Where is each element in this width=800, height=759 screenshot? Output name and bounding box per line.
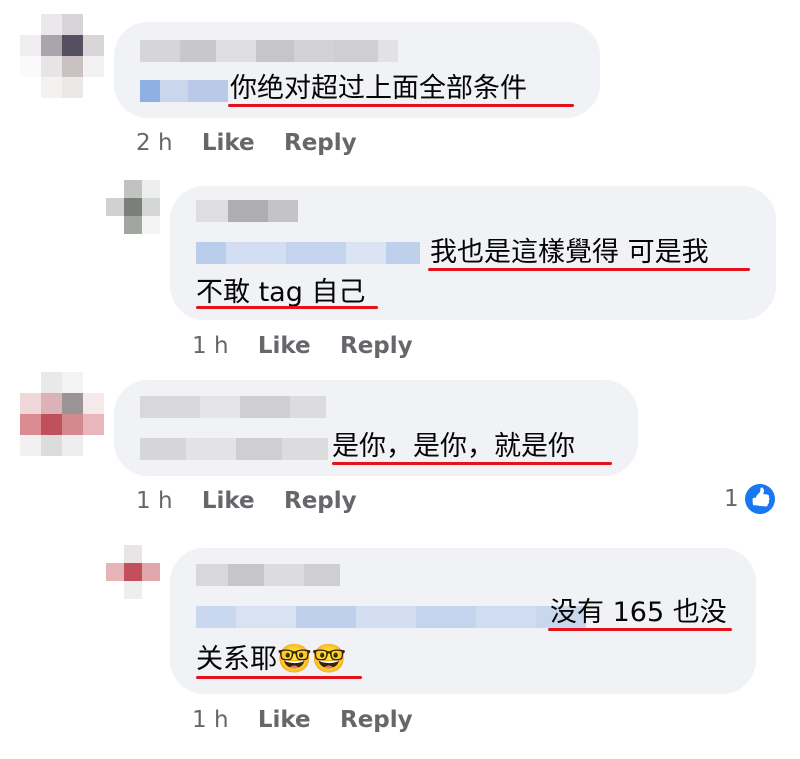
text-underline <box>228 104 574 107</box>
comment-meta: 1 h Like Reply <box>192 333 413 359</box>
mention-tag[interactable] <box>196 606 586 628</box>
reply-button[interactable]: Reply <box>284 130 357 156</box>
timestamp[interactable]: 1 h <box>192 707 229 733</box>
reaction-summary[interactable]: 1 <box>724 484 775 514</box>
like-button[interactable]: Like <box>258 707 311 733</box>
like-button[interactable]: Like <box>202 130 255 156</box>
reply-button[interactable]: Reply <box>340 333 413 359</box>
thumbs-up-icon <box>744 484 775 514</box>
like-button[interactable]: Like <box>202 488 255 514</box>
avatar[interactable] <box>106 180 160 234</box>
author-name[interactable] <box>140 396 326 418</box>
nerd-face-icon: 🤓🤓 <box>277 642 347 675</box>
timestamp[interactable]: 2 h <box>136 130 173 156</box>
text-underline <box>196 676 362 679</box>
comment-text: 关系耶 <box>196 644 277 675</box>
comment-meta: 2 h Like Reply <box>136 130 357 156</box>
author-name[interactable] <box>196 200 298 222</box>
avatar[interactable] <box>20 14 104 98</box>
reply-button[interactable]: Reply <box>340 707 413 733</box>
comment-text-line-2: 不敢 tag 自己 <box>196 277 366 308</box>
text-underline <box>332 462 612 465</box>
text-underline <box>196 306 378 309</box>
text-underline <box>428 268 750 271</box>
reaction-count: 1 <box>724 486 739 512</box>
comment-text-line-2: 关系耶🤓🤓 <box>196 642 347 677</box>
comment-meta: 1 h Like Reply <box>136 488 357 514</box>
mention-tag[interactable] <box>140 80 228 102</box>
comment-meta: 1 h Like Reply <box>192 707 413 733</box>
like-button[interactable]: Like <box>258 333 311 359</box>
comment-text: 你绝对超过上面全部条件 <box>230 73 527 104</box>
timestamp[interactable]: 1 h <box>136 488 173 514</box>
comment-text-line-1: 我也是這樣覺得 可是我 <box>430 237 709 268</box>
avatar[interactable] <box>20 372 104 456</box>
avatar[interactable] <box>106 545 160 599</box>
comment-text-line-1: 没有 165 也没 <box>550 597 727 628</box>
blurred-text <box>140 438 328 460</box>
reply-button[interactable]: Reply <box>284 488 357 514</box>
author-name[interactable] <box>196 564 340 586</box>
mention-tag[interactable] <box>196 242 420 264</box>
comment-text: 是你，是你，就是你 <box>332 431 575 462</box>
text-underline <box>548 628 732 631</box>
timestamp[interactable]: 1 h <box>192 333 229 359</box>
author-name[interactable] <box>140 40 398 62</box>
